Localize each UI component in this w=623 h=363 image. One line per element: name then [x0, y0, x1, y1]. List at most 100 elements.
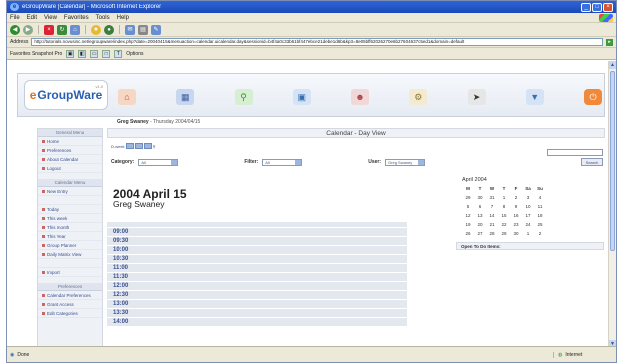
calendar-day[interactable]: 4	[534, 193, 546, 202]
sidebar-item-daily-matrix[interactable]: Daily Matrix View	[38, 250, 102, 259]
week-view-icon[interactable]	[134, 143, 143, 149]
region-icon[interactable]: □	[102, 49, 111, 58]
calendar-day[interactable]: 10	[522, 202, 534, 211]
go-arrow-icon[interactable]: ▸	[606, 38, 613, 46]
options-link[interactable]: Options	[126, 51, 143, 57]
home-app-icon[interactable]: ⌂	[118, 89, 136, 105]
time-slot[interactable]: 14:00	[107, 318, 407, 327]
scroll-up-icon[interactable]: ▲	[609, 61, 616, 69]
calendar-day[interactable]: 12	[462, 211, 474, 220]
menu-view[interactable]: View	[44, 15, 57, 21]
calendar-day[interactable]: 14	[486, 211, 498, 220]
back-arrow-icon[interactable]: ◀	[10, 24, 20, 35]
menu-favorites[interactable]: Favorites	[64, 15, 89, 21]
calendar-day[interactable]: 1	[498, 193, 510, 202]
time-slot[interactable]: 12:00	[107, 282, 407, 291]
calendar-day[interactable]: 20	[474, 220, 486, 229]
calendar-day[interactable]: 15	[498, 211, 510, 220]
time-slot[interactable]: 13:00	[107, 300, 407, 309]
print-icon[interactable]: ▤	[138, 24, 148, 35]
day-view-icon[interactable]	[125, 143, 134, 149]
month-view-icon[interactable]	[143, 143, 152, 149]
calendar-day[interactable]: 26	[462, 229, 474, 238]
refresh-icon[interactable]: ↻	[57, 24, 67, 35]
text-capture-icon[interactable]: T	[114, 49, 123, 58]
forward-arrow-icon[interactable]: ▶	[23, 24, 33, 35]
favorites-star-icon[interactable]: ★	[91, 24, 101, 35]
media-icon[interactable]: ●	[104, 24, 114, 35]
maximize-button[interactable]: □	[592, 2, 602, 12]
time-slot[interactable]: 11:30	[107, 273, 407, 282]
calendar-day[interactable]: 1	[522, 229, 534, 238]
sidebar-item-import[interactable]: Import	[38, 268, 102, 277]
calendar-day[interactable]: 17	[522, 211, 534, 220]
search-icon[interactable]: ⚲	[153, 144, 156, 149]
calendar-day[interactable]: 5	[462, 202, 474, 211]
calendar-day[interactable]: 29	[462, 193, 474, 202]
time-slot[interactable]: 11:00	[107, 264, 407, 273]
time-slot[interactable]: 09:30	[107, 237, 407, 246]
infolog-app-icon[interactable]: ▣	[292, 89, 311, 105]
capture-icon[interactable]: ◧	[78, 49, 87, 58]
menu-edit[interactable]: Edit	[27, 15, 37, 21]
sidebar-item-new-entry[interactable]: New Entry	[38, 187, 102, 196]
preferences-app-icon[interactable]: ⚙	[409, 89, 428, 105]
calendar-day[interactable]: 9	[510, 202, 522, 211]
time-slot[interactable]: 10:00	[107, 246, 407, 255]
menu-help[interactable]: Help	[117, 15, 129, 21]
menu-tools[interactable]: Tools	[96, 15, 110, 21]
mail-icon[interactable]: ✉	[125, 24, 135, 35]
logout-app-icon[interactable]: ⏻	[584, 89, 602, 105]
home-icon[interactable]: ⌂	[70, 24, 80, 35]
addressbook-app-icon[interactable]: ☻	[351, 89, 369, 105]
about-app-icon[interactable]: ➤	[467, 89, 486, 105]
calendar-day[interactable]: 24	[522, 220, 534, 229]
calendar-app-icon[interactable]: ▦	[176, 89, 195, 105]
calendar-day[interactable]: 27	[474, 229, 486, 238]
calendar-day[interactable]: 18	[534, 211, 546, 220]
calendar-day[interactable]: 31	[486, 193, 498, 202]
calendar-day[interactable]: 3	[522, 193, 534, 202]
time-slot[interactable]: 13:30	[107, 309, 407, 318]
edit-page-icon[interactable]: ✎	[151, 24, 161, 35]
close-button[interactable]: ×	[603, 2, 613, 12]
calendar-day[interactable]: 29	[498, 229, 510, 238]
calendar-day[interactable]: 13	[474, 211, 486, 220]
calendar-day[interactable]: 22	[498, 220, 510, 229]
calendar-day[interactable]: 11	[534, 202, 546, 211]
time-slot[interactable]: 12:30	[107, 291, 407, 300]
calendar-day[interactable]: 8	[498, 202, 510, 211]
vertical-scrollbar[interactable]: ▲ ▼	[608, 61, 616, 348]
search-app-icon[interactable]: ⚲	[234, 89, 253, 105]
calendar-day[interactable]: 7	[486, 202, 498, 211]
window-capture-icon[interactable]: ▭	[90, 49, 99, 58]
calendar-day[interactable]: 30	[510, 229, 522, 238]
calendar-day[interactable]: 16	[510, 211, 522, 220]
scrollbar-thumb[interactable]	[610, 71, 615, 251]
filter-select[interactable]: All	[262, 158, 303, 166]
sidebar-item-logout[interactable]: Logout	[38, 164, 102, 173]
sidebar-item-edit-categories[interactable]: Edit Categories	[38, 309, 102, 318]
user-select[interactable]: Greg Swaney	[385, 158, 426, 166]
mini-calendar-title[interactable]: April 2004	[456, 176, 604, 184]
app-icon-bar: ⌂ ▦ ⚲ ▣ ☻ ⚙ ➤ ▼ ⏻	[118, 86, 602, 108]
calendar-day[interactable]: 2	[534, 229, 546, 238]
time-slot[interactable]: 09:00	[107, 228, 407, 237]
stop-icon[interactable]: ×	[44, 24, 54, 35]
calendar-day[interactable]: 28	[486, 229, 498, 238]
calendar-day[interactable]: 19	[462, 220, 474, 229]
address-input[interactable]: http://tutorials.novusinc.net/egroupware…	[31, 38, 603, 46]
calendar-day[interactable]: 25	[534, 220, 546, 229]
calendar-day[interactable]: 23	[510, 220, 522, 229]
time-slot[interactable]: 10:30	[107, 255, 407, 264]
menu-file[interactable]: File	[10, 15, 20, 21]
calendar-day[interactable]: 21	[486, 220, 498, 229]
calendar-day[interactable]: 30	[474, 193, 486, 202]
minimize-button[interactable]: _	[581, 2, 591, 12]
manual-app-icon[interactable]: ▼	[525, 89, 544, 105]
category-select[interactable]: All	[138, 158, 179, 166]
calendar-day[interactable]: 2	[510, 193, 522, 202]
calendar-day[interactable]: 6	[474, 202, 486, 211]
egroupware-logo: e GroupWare v1.0	[24, 80, 108, 110]
snapshot-icon[interactable]: ▣	[66, 49, 75, 58]
